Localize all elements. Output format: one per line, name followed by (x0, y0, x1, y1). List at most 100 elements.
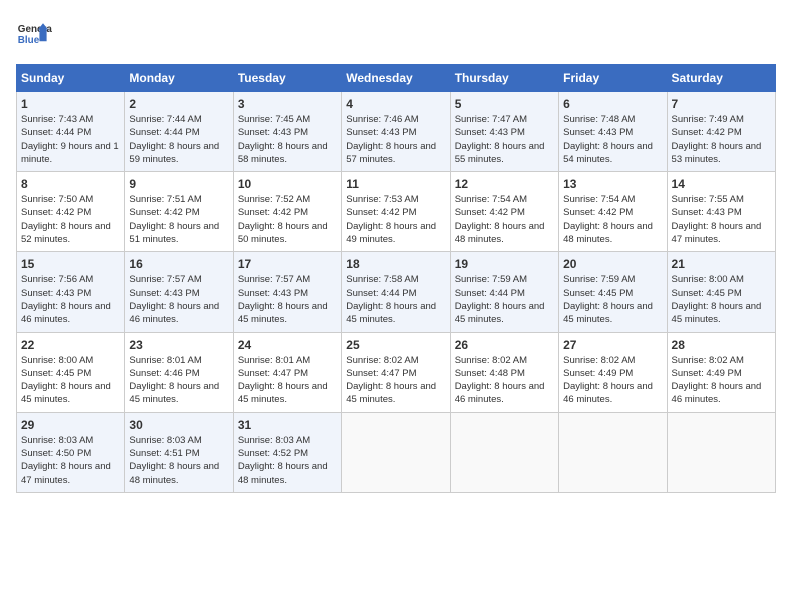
day-number: 16 (129, 257, 228, 271)
day-detail: Sunrise: 8:02 AM Sunset: 4:49 PM Dayligh… (563, 354, 662, 407)
day-number: 1 (21, 97, 120, 111)
day-number: 4 (346, 97, 445, 111)
day-number: 28 (672, 338, 771, 352)
day-number: 3 (238, 97, 337, 111)
day-number: 15 (21, 257, 120, 271)
day-detail: Sunrise: 8:02 AM Sunset: 4:47 PM Dayligh… (346, 354, 445, 407)
day-number: 31 (238, 418, 337, 432)
day-number: 23 (129, 338, 228, 352)
calendar-cell: 28 Sunrise: 8:02 AM Sunset: 4:49 PM Dayl… (667, 332, 775, 412)
day-detail: Sunrise: 7:54 AM Sunset: 4:42 PM Dayligh… (455, 193, 554, 246)
calendar-cell: 26 Sunrise: 8:02 AM Sunset: 4:48 PM Dayl… (450, 332, 558, 412)
day-number: 13 (563, 177, 662, 191)
calendar-cell: 2 Sunrise: 7:44 AM Sunset: 4:44 PM Dayli… (125, 92, 233, 172)
day-detail: Sunrise: 7:45 AM Sunset: 4:43 PM Dayligh… (238, 113, 337, 166)
day-detail: Sunrise: 7:43 AM Sunset: 4:44 PM Dayligh… (21, 113, 120, 166)
calendar-cell (342, 412, 450, 492)
calendar-cell: 8 Sunrise: 7:50 AM Sunset: 4:42 PM Dayli… (17, 172, 125, 252)
calendar-cell: 13 Sunrise: 7:54 AM Sunset: 4:42 PM Dayl… (559, 172, 667, 252)
logo-icon: General Blue (16, 16, 52, 52)
calendar-cell: 9 Sunrise: 7:51 AM Sunset: 4:42 PM Dayli… (125, 172, 233, 252)
calendar-cell: 31 Sunrise: 8:03 AM Sunset: 4:52 PM Dayl… (233, 412, 341, 492)
calendar-cell (667, 412, 775, 492)
day-detail: Sunrise: 7:50 AM Sunset: 4:42 PM Dayligh… (21, 193, 120, 246)
calendar-cell: 24 Sunrise: 8:01 AM Sunset: 4:47 PM Dayl… (233, 332, 341, 412)
calendar-cell: 18 Sunrise: 7:58 AM Sunset: 4:44 PM Dayl… (342, 252, 450, 332)
column-header-thursday: Thursday (450, 65, 558, 92)
day-number: 27 (563, 338, 662, 352)
day-detail: Sunrise: 7:46 AM Sunset: 4:43 PM Dayligh… (346, 113, 445, 166)
day-detail: Sunrise: 7:58 AM Sunset: 4:44 PM Dayligh… (346, 273, 445, 326)
day-number: 5 (455, 97, 554, 111)
day-detail: Sunrise: 7:44 AM Sunset: 4:44 PM Dayligh… (129, 113, 228, 166)
day-number: 24 (238, 338, 337, 352)
calendar-cell: 7 Sunrise: 7:49 AM Sunset: 4:42 PM Dayli… (667, 92, 775, 172)
calendar-cell: 22 Sunrise: 8:00 AM Sunset: 4:45 PM Dayl… (17, 332, 125, 412)
day-detail: Sunrise: 7:49 AM Sunset: 4:42 PM Dayligh… (672, 113, 771, 166)
column-header-saturday: Saturday (667, 65, 775, 92)
day-number: 10 (238, 177, 337, 191)
day-detail: Sunrise: 8:01 AM Sunset: 4:46 PM Dayligh… (129, 354, 228, 407)
calendar-week-1: 8 Sunrise: 7:50 AM Sunset: 4:42 PM Dayli… (17, 172, 776, 252)
column-header-monday: Monday (125, 65, 233, 92)
calendar-week-3: 22 Sunrise: 8:00 AM Sunset: 4:45 PM Dayl… (17, 332, 776, 412)
calendar-cell: 6 Sunrise: 7:48 AM Sunset: 4:43 PM Dayli… (559, 92, 667, 172)
day-detail: Sunrise: 8:01 AM Sunset: 4:47 PM Dayligh… (238, 354, 337, 407)
day-detail: Sunrise: 7:47 AM Sunset: 4:43 PM Dayligh… (455, 113, 554, 166)
calendar-cell: 12 Sunrise: 7:54 AM Sunset: 4:42 PM Dayl… (450, 172, 558, 252)
day-detail: Sunrise: 8:00 AM Sunset: 4:45 PM Dayligh… (21, 354, 120, 407)
day-number: 29 (21, 418, 120, 432)
calendar-week-0: 1 Sunrise: 7:43 AM Sunset: 4:44 PM Dayli… (17, 92, 776, 172)
day-detail: Sunrise: 7:54 AM Sunset: 4:42 PM Dayligh… (563, 193, 662, 246)
calendar-cell: 19 Sunrise: 7:59 AM Sunset: 4:44 PM Dayl… (450, 252, 558, 332)
day-detail: Sunrise: 7:48 AM Sunset: 4:43 PM Dayligh… (563, 113, 662, 166)
calendar-cell: 11 Sunrise: 7:53 AM Sunset: 4:42 PM Dayl… (342, 172, 450, 252)
calendar-cell: 25 Sunrise: 8:02 AM Sunset: 4:47 PM Dayl… (342, 332, 450, 412)
day-number: 18 (346, 257, 445, 271)
calendar-cell: 21 Sunrise: 8:00 AM Sunset: 4:45 PM Dayl… (667, 252, 775, 332)
day-number: 30 (129, 418, 228, 432)
day-detail: Sunrise: 7:59 AM Sunset: 4:45 PM Dayligh… (563, 273, 662, 326)
day-detail: Sunrise: 7:51 AM Sunset: 4:42 PM Dayligh… (129, 193, 228, 246)
day-detail: Sunrise: 8:03 AM Sunset: 4:52 PM Dayligh… (238, 434, 337, 487)
page-header: General Blue (16, 16, 776, 52)
day-detail: Sunrise: 8:02 AM Sunset: 4:48 PM Dayligh… (455, 354, 554, 407)
svg-text:General: General (18, 24, 52, 35)
day-number: 12 (455, 177, 554, 191)
day-number: 8 (21, 177, 120, 191)
day-detail: Sunrise: 7:59 AM Sunset: 4:44 PM Dayligh… (455, 273, 554, 326)
day-detail: Sunrise: 7:53 AM Sunset: 4:42 PM Dayligh… (346, 193, 445, 246)
calendar-cell: 29 Sunrise: 8:03 AM Sunset: 4:50 PM Dayl… (17, 412, 125, 492)
day-number: 7 (672, 97, 771, 111)
calendar-week-4: 29 Sunrise: 8:03 AM Sunset: 4:50 PM Dayl… (17, 412, 776, 492)
day-number: 19 (455, 257, 554, 271)
day-number: 6 (563, 97, 662, 111)
day-number: 22 (21, 338, 120, 352)
calendar-cell: 20 Sunrise: 7:59 AM Sunset: 4:45 PM Dayl… (559, 252, 667, 332)
day-number: 14 (672, 177, 771, 191)
day-detail: Sunrise: 7:56 AM Sunset: 4:43 PM Dayligh… (21, 273, 120, 326)
calendar-cell: 10 Sunrise: 7:52 AM Sunset: 4:42 PM Dayl… (233, 172, 341, 252)
day-number: 21 (672, 257, 771, 271)
day-number: 11 (346, 177, 445, 191)
day-detail: Sunrise: 7:55 AM Sunset: 4:43 PM Dayligh… (672, 193, 771, 246)
calendar-cell: 27 Sunrise: 8:02 AM Sunset: 4:49 PM Dayl… (559, 332, 667, 412)
calendar-cell: 5 Sunrise: 7:47 AM Sunset: 4:43 PM Dayli… (450, 92, 558, 172)
day-number: 26 (455, 338, 554, 352)
column-header-friday: Friday (559, 65, 667, 92)
day-number: 9 (129, 177, 228, 191)
calendar-cell: 16 Sunrise: 7:57 AM Sunset: 4:43 PM Dayl… (125, 252, 233, 332)
calendar-cell: 14 Sunrise: 7:55 AM Sunset: 4:43 PM Dayl… (667, 172, 775, 252)
day-detail: Sunrise: 8:00 AM Sunset: 4:45 PM Dayligh… (672, 273, 771, 326)
calendar-cell: 17 Sunrise: 7:57 AM Sunset: 4:43 PM Dayl… (233, 252, 341, 332)
day-number: 17 (238, 257, 337, 271)
calendar-cell: 3 Sunrise: 7:45 AM Sunset: 4:43 PM Dayli… (233, 92, 341, 172)
day-detail: Sunrise: 7:57 AM Sunset: 4:43 PM Dayligh… (129, 273, 228, 326)
calendar-cell: 23 Sunrise: 8:01 AM Sunset: 4:46 PM Dayl… (125, 332, 233, 412)
calendar-cell: 1 Sunrise: 7:43 AM Sunset: 4:44 PM Dayli… (17, 92, 125, 172)
day-number: 2 (129, 97, 228, 111)
day-detail: Sunrise: 8:02 AM Sunset: 4:49 PM Dayligh… (672, 354, 771, 407)
calendar-cell (450, 412, 558, 492)
day-detail: Sunrise: 8:03 AM Sunset: 4:51 PM Dayligh… (129, 434, 228, 487)
column-header-wednesday: Wednesday (342, 65, 450, 92)
